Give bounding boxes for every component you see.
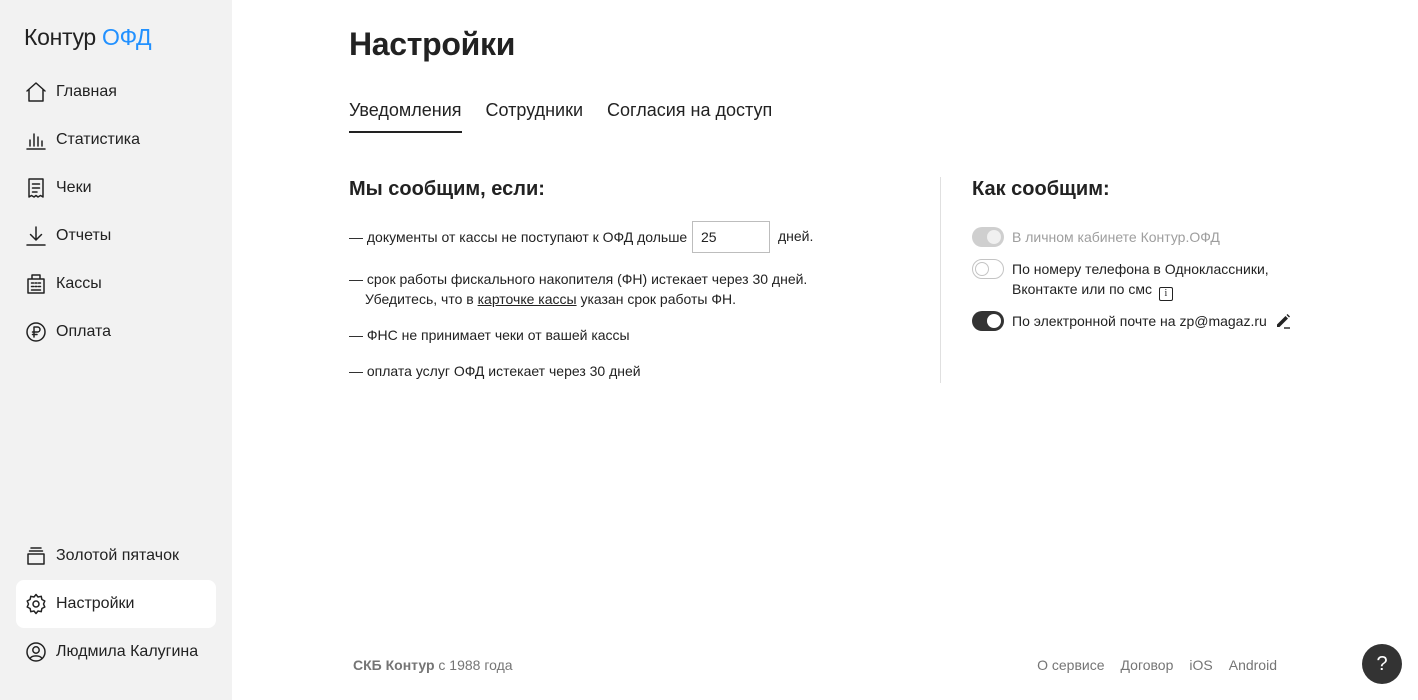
- sidebar-item-label: Настройки: [56, 595, 135, 612]
- conditions-title: Мы сообщим, если:: [349, 178, 545, 200]
- toggle-knob: [987, 314, 1001, 328]
- sidebar-item-cash-registers[interactable]: Кассы: [16, 260, 216, 308]
- receipt-icon: [25, 177, 47, 199]
- condition-fns-reject: — ФНС не принимает чеки от вашей кассы: [349, 327, 630, 343]
- email-label-text: По электронной почте на zp@magaz.ru: [1012, 313, 1267, 329]
- sidebar-item-label: Отчеты: [56, 227, 112, 244]
- condition-fn-hint: Убедитесь, что в карточке кассы указан с…: [365, 289, 736, 309]
- bar-chart-icon: [25, 129, 47, 151]
- coin-stack-icon: [25, 545, 47, 567]
- channels-title: Как сообщим:: [972, 178, 1110, 200]
- cabinet-label: В личном кабинете Контур.ОФД: [1012, 229, 1220, 245]
- gear-icon: [25, 593, 47, 615]
- cash-register-card-link[interactable]: карточке кассы: [478, 291, 577, 307]
- footer-since: с 1988 года: [438, 657, 513, 673]
- phone-label: По номеру телефона в Одноклассники, Вкон…: [1012, 259, 1269, 301]
- logo-accent: ОФД: [102, 24, 152, 50]
- phone-label-line2: Вконтакте или по смс: [1012, 281, 1152, 297]
- sidebar-item-label: Главная: [56, 83, 117, 100]
- toggle-knob: [987, 230, 1001, 244]
- footer-brand-name: СКБ Контур: [353, 657, 435, 673]
- fn-hint-suffix: указан срок работы ФН.: [580, 291, 737, 307]
- phone-toggle[interactable]: [972, 259, 1004, 279]
- ruble-coin-icon: [25, 321, 47, 343]
- page-title: Настройки: [349, 26, 516, 62]
- toggle-knob: [975, 262, 989, 276]
- sidebar-item-profile[interactable]: Людмила Калугина: [16, 628, 216, 676]
- home-icon: [25, 81, 47, 103]
- sidebar-item-label: Статистика: [56, 131, 141, 148]
- fn-hint-prefix: Убедитесь, что в: [365, 291, 474, 307]
- condition-doc-delay: — документы от кассы не поступают к ОФД …: [349, 229, 688, 245]
- sidebar-item-label: Людмила Калугина: [56, 643, 199, 660]
- tab-notifications[interactable]: Уведомления: [349, 100, 462, 133]
- email-toggle[interactable]: [972, 311, 1004, 331]
- days-suffix: дней.: [778, 228, 814, 244]
- footer-links: О сервисе Договор iOS Android: [1021, 657, 1277, 673]
- cash-register-icon: [25, 273, 47, 295]
- logo-main: Контур: [24, 24, 96, 50]
- email-label: По электронной почте на zp@magaz.ru: [1012, 311, 1291, 334]
- sidebar-item-payment[interactable]: Оплата: [16, 308, 216, 356]
- column-divider: [940, 177, 941, 383]
- sidebar-item-home[interactable]: Главная: [16, 68, 216, 116]
- cabinet-toggle: [972, 227, 1004, 247]
- phone-label-line1: По номеру телефона в Одноклассники,: [1012, 261, 1269, 277]
- sidebar-item-golden-coin[interactable]: Золотой пятачок: [16, 532, 216, 580]
- sidebar-item-reports[interactable]: Отчеты: [16, 212, 216, 260]
- tab-access-consents[interactable]: Согласия на доступ: [607, 100, 772, 133]
- condition-fn-expiry: — срок работы фискального накопителя (ФН…: [349, 271, 808, 287]
- footer-link-ios[interactable]: iOS: [1189, 657, 1212, 673]
- footer-brand: СКБ Контур с 1988 года: [353, 657, 513, 673]
- footer-link-about[interactable]: О сервисе: [1037, 657, 1104, 673]
- pencil-edit-icon[interactable]: [1275, 313, 1291, 334]
- sidebar: Контур ОФД Главная Статистика Чеки Отчет…: [0, 0, 232, 700]
- user-icon: [25, 641, 47, 663]
- sidebar-item-settings[interactable]: Настройки: [16, 580, 216, 628]
- condition-payment-expiry: — оплата услуг ОФД истекает через 30 дне…: [349, 363, 641, 379]
- sidebar-item-statistics[interactable]: Статистика: [16, 116, 216, 164]
- sidebar-item-label: Оплата: [56, 323, 112, 340]
- footer-link-android[interactable]: Android: [1229, 657, 1277, 673]
- info-icon[interactable]: i: [1158, 287, 1173, 301]
- days-delay-input[interactable]: [692, 221, 770, 253]
- sidebar-item-receipts[interactable]: Чеки: [16, 164, 216, 212]
- settings-tabs: Уведомления Сотрудники Согласия на досту…: [349, 100, 796, 133]
- sidebar-item-label: Золотой пятачок: [56, 547, 179, 564]
- tab-employees[interactable]: Сотрудники: [486, 100, 584, 133]
- logo[interactable]: Контур ОФД: [24, 24, 152, 51]
- help-button[interactable]: ?: [1362, 644, 1402, 684]
- sidebar-item-label: Кассы: [56, 275, 102, 292]
- footer-link-contract[interactable]: Договор: [1121, 657, 1174, 673]
- sidebar-item-label: Чеки: [56, 179, 92, 196]
- download-icon: [25, 225, 47, 247]
